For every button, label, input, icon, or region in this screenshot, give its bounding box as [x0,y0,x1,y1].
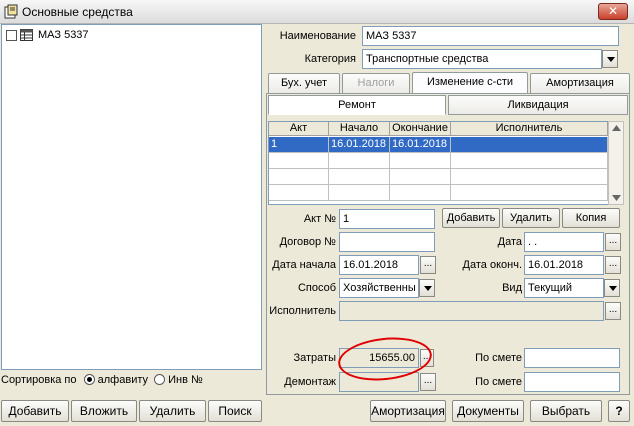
close-icon: ✕ [607,4,619,18]
sort-option-alpha-label: алфавиту [97,374,148,386]
dismantle-picker-button[interactable]: ... [420,373,436,391]
scroll-up-icon[interactable] [612,125,621,131]
grid-empty-cell[interactable] [329,169,390,185]
name-field[interactable]: МАЗ 5337 [362,26,619,46]
grid-cell-end[interactable]: 16.01.2018 [390,137,451,153]
estimate2-label: По смете [475,376,522,388]
date-picker-button[interactable]: ... [605,233,621,251]
grid-cell-act[interactable]: 1 [269,137,329,153]
costs-label: Затраты [293,352,337,364]
category-label: Категория [304,53,356,65]
tree-item-label: МАЗ 5337 [38,29,89,41]
subtab-repair[interactable]: Ремонт [268,95,446,115]
depreciation-button[interactable]: Амортизация [370,400,446,422]
name-label: Наименование [279,30,356,42]
executor-picker-button[interactable]: ... [605,302,621,320]
executor-label: Исполнитель [269,305,336,317]
grid-empty-cell[interactable] [390,185,451,201]
tab-value-change[interactable]: Изменение с-сти [412,72,528,93]
grid-scrollbar[interactable] [608,121,624,205]
act-label: Акт № [303,213,336,225]
sort-radio-alpha[interactable] [83,374,95,385]
close-button[interactable]: ✕ [598,3,628,20]
sort-option-inv-label: Инв № [168,374,203,386]
repair-grid[interactable]: Акт Начало Окончание Исполнитель 1 16.01… [268,121,609,205]
grid-cell-executor[interactable] [451,137,608,153]
grid-cell-start[interactable]: 16.01.2018 [329,137,390,153]
title-bar: Основные средства ✕ [0,0,634,24]
tree-item-checkbox[interactable] [6,30,17,41]
add-button[interactable]: Добавить [1,400,69,422]
sort-bar: Сортировка по алфавиту Инв № [1,374,262,392]
start-date-picker-button[interactable]: ... [420,256,436,274]
method-dropdown-button[interactable] [419,279,435,297]
estimate-label: По смете [475,352,522,364]
app-icon [4,4,18,19]
end-date-label: Дата оконч. [462,259,522,271]
subtab-liquidation[interactable]: Ликвидация [448,95,628,115]
start-date-field[interactable]: 16.01.2018 [339,255,419,275]
grid-header-end[interactable]: Окончание [390,122,451,136]
tab-depreciation[interactable]: Амортизация [530,73,630,93]
executor-field[interactable] [339,301,604,321]
grid-empty-cell[interactable] [451,185,608,201]
grid-empty-cell[interactable] [329,153,390,169]
grid-empty-cell[interactable] [329,185,390,201]
contract-label: Договор № [279,236,336,248]
table-icon [20,29,33,41]
date-field[interactable]: . . [524,232,604,252]
grid-empty-cell[interactable] [451,153,608,169]
documents-button[interactable]: Документы [452,400,524,422]
estimate-field[interactable] [524,348,620,368]
type-dropdown-button[interactable] [604,279,620,297]
insert-button[interactable]: Вложить [71,400,137,422]
grid-empty-cell[interactable] [390,169,451,185]
date-label: Дата [497,236,522,248]
grid-empty-cell[interactable] [269,169,329,185]
type-label: Вид [502,282,522,294]
sort-label: Сортировка по [1,374,77,386]
estimate2-field[interactable] [524,372,620,392]
method-label: Способ [297,282,336,294]
form-delete-button[interactable]: Удалить [502,208,560,228]
method-select[interactable]: Хозяйственны [339,278,419,298]
grid-empty-cell[interactable] [269,185,329,201]
end-date-picker-button[interactable]: ... [605,256,621,274]
form-add-button[interactable]: Добавить [442,208,500,228]
select-button[interactable]: Выбрать [530,400,602,422]
asset-tree[interactable]: МАЗ 5337 [1,24,262,370]
contract-field[interactable] [339,232,435,252]
delete-button[interactable]: Удалить [139,400,206,422]
tree-item[interactable]: МАЗ 5337 [6,29,206,43]
form-copy-button[interactable]: Копия [562,208,620,228]
window-title: Основные средства [22,5,133,19]
help-button[interactable]: ? [608,400,630,422]
grid-header-executor[interactable]: Исполнитель [451,122,608,136]
tab-accounting[interactable]: Бух. учет [268,73,340,93]
grid-empty-cell[interactable] [390,153,451,169]
category-select[interactable]: Транспортные средства [362,49,602,69]
grid-header-start[interactable]: Начало [329,122,390,136]
dismantle-label: Демонтаж [284,376,336,388]
end-date-field[interactable]: 16.01.2018 [524,255,604,275]
type-select[interactable]: Текущий [524,278,604,298]
grid-empty-cell[interactable] [269,153,329,169]
scroll-down-icon[interactable] [612,195,621,201]
sort-radio-inv[interactable] [154,374,166,385]
tab-taxes[interactable]: Налоги [342,73,410,93]
act-field[interactable]: 1 [339,209,435,229]
grid-header-act[interactable]: Акт [269,122,329,136]
start-date-label: Дата начала [272,259,336,271]
search-button[interactable]: Поиск [208,400,262,422]
grid-empty-cell[interactable] [451,169,608,185]
category-dropdown-button[interactable] [602,50,618,68]
